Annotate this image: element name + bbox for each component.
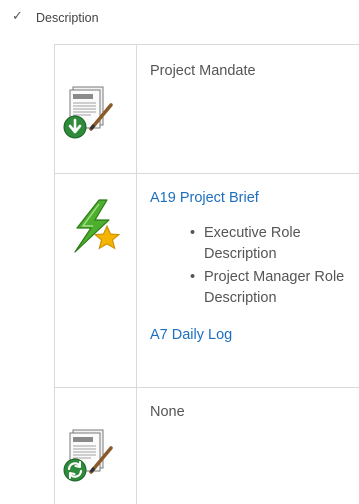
- daily-log-link[interactable]: A7 Daily Log: [150, 327, 232, 343]
- description-view: ✓ Description Project Mandate A19 Projec…: [0, 0, 359, 504]
- role-description-list: Executive Role Description Project Manag…: [150, 223, 359, 309]
- table-row: A19 Project Brief Executive Role Descrip…: [55, 173, 359, 387]
- content-cell: None: [137, 388, 359, 504]
- content-cell: Project Mandate: [137, 45, 359, 173]
- checkmark-icon: ✓: [12, 8, 23, 23]
- icon-cell: [55, 174, 137, 387]
- description-text: Project Mandate: [150, 63, 256, 79]
- project-brief-link[interactable]: A19 Project Brief: [150, 190, 259, 206]
- description-text: None: [150, 404, 185, 420]
- column-header[interactable]: ✓ Description: [0, 0, 359, 40]
- list-item: Executive Role Description: [190, 223, 359, 265]
- document-sync-icon: [63, 429, 113, 482]
- content-cell: A19 Project Brief Executive Role Descrip…: [137, 174, 359, 387]
- table-row: Project Mandate: [55, 44, 359, 173]
- document-download-icon: [63, 86, 113, 139]
- lightning-star-icon: [74, 199, 121, 253]
- list-item: Project Manager Role Description: [190, 267, 359, 309]
- description-table: Project Mandate A19 Project Brief Ex: [54, 44, 359, 504]
- table-row: None: [55, 387, 359, 504]
- column-header-label[interactable]: Description: [36, 11, 99, 25]
- icon-cell: [55, 388, 137, 504]
- icon-cell: [55, 45, 137, 173]
